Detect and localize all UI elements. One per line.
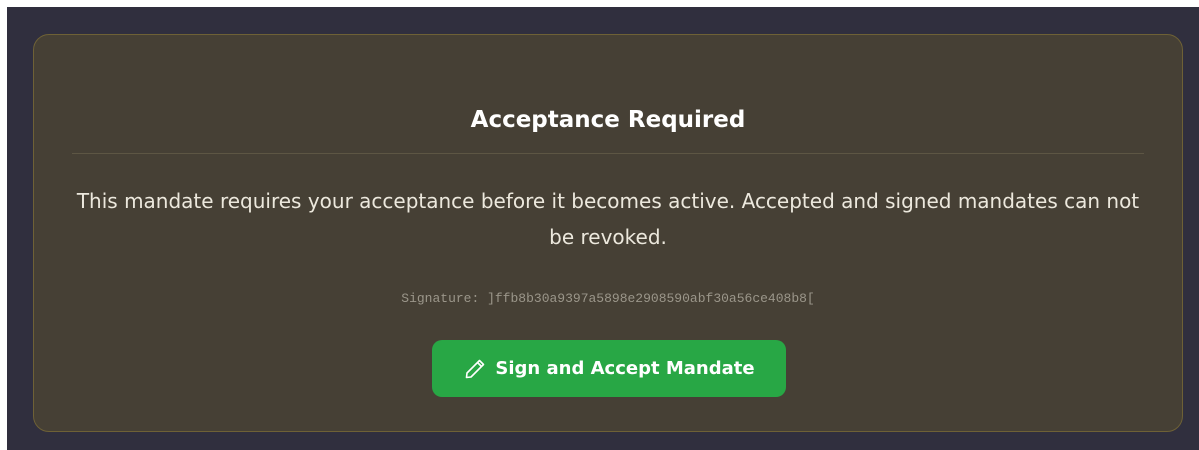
page-background: Acceptance Required This mandate require…	[7, 7, 1199, 450]
signature-hash: Signature: ]ffb8b30a9397a5898e2908590abf…	[401, 291, 815, 306]
title-divider	[72, 153, 1144, 154]
pencil-icon	[463, 357, 487, 381]
acceptance-message: This mandate requires your acceptance be…	[76, 189, 1140, 249]
acceptance-card: Acceptance Required This mandate require…	[33, 34, 1183, 432]
sign-button-label: Sign and Accept Mandate	[495, 358, 755, 379]
sign-and-accept-button[interactable]: Sign and Accept Mandate	[432, 340, 786, 397]
acceptance-title: Acceptance Required	[470, 107, 746, 133]
